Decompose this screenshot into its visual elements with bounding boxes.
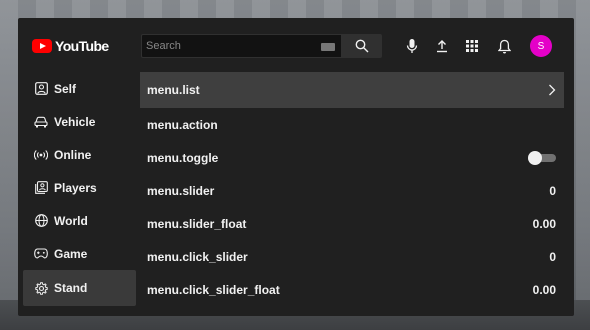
broadcast-icon (34, 148, 48, 162)
menu-list: menu.list menu.action menu.toggle menu.s… (140, 72, 564, 306)
slider-value: 0 (549, 249, 556, 264)
bell-icon (497, 39, 511, 53)
search-box (141, 34, 341, 58)
globe-icon (34, 214, 48, 228)
sidebar: Self Vehicle Online Players World Game S… (23, 72, 136, 306)
gamepad-icon (34, 247, 48, 261)
upload-button[interactable] (432, 36, 452, 56)
user-square-icon (34, 82, 48, 96)
toggle-switch[interactable] (528, 150, 556, 165)
logo-text: YouTube (55, 38, 109, 54)
sidebar-item-label: Game (54, 246, 88, 261)
notifications-button[interactable] (494, 36, 514, 56)
chevron-right-icon (549, 84, 556, 96)
youtube-logo[interactable]: YouTube (32, 38, 109, 54)
row-label: menu.list (147, 83, 200, 97)
sidebar-item-game[interactable]: Game (23, 237, 136, 270)
sidebar-item-label: Self (54, 81, 77, 96)
search-bar (141, 34, 382, 58)
avatar[interactable]: S (530, 35, 552, 57)
sidebar-item-label: Online (54, 147, 92, 162)
sidebar-item-self[interactable]: Self (23, 72, 136, 105)
slider-value: 0.00 (532, 216, 556, 231)
menu-row-list[interactable]: menu.list (140, 72, 564, 108)
search-button[interactable] (341, 34, 382, 58)
slider-value: 0.00 (532, 282, 556, 297)
avatar-letter: S (537, 40, 545, 52)
sidebar-item-label: Players (54, 180, 97, 195)
row-label: menu.click_slider (147, 249, 248, 264)
menu-row-action[interactable]: menu.action (140, 108, 564, 141)
header: YouTube Search S (18, 18, 574, 72)
sidebar-item-stand[interactable]: Stand (23, 270, 136, 306)
row-label: menu.action (147, 117, 218, 132)
car-icon (34, 115, 48, 129)
slider-value: 0 (549, 183, 556, 198)
apps-button[interactable] (462, 36, 482, 56)
sidebar-item-world[interactable]: World (23, 204, 136, 237)
menu-panel: YouTube Search S Self Vehicle Online Pla… (18, 18, 574, 316)
gear-icon (34, 281, 48, 295)
microphone-button[interactable] (402, 36, 422, 56)
row-label: menu.toggle (147, 150, 219, 165)
sidebar-item-vehicle[interactable]: Vehicle (23, 105, 136, 138)
toggle-knob (528, 150, 542, 165)
row-label: menu.slider_float (147, 216, 247, 231)
upload-icon (437, 40, 447, 53)
sidebar-item-label: World (54, 213, 88, 228)
sidebar-item-players[interactable]: Players (23, 171, 136, 204)
microphone-icon (406, 39, 418, 53)
youtube-play-icon (32, 39, 52, 53)
menu-row-click-slider-float[interactable]: menu.click_slider_float 0.00 (140, 273, 564, 306)
sidebar-item-label: Vehicle (54, 114, 96, 129)
menu-row-slider-float[interactable]: menu.slider_float 0.00 (140, 207, 564, 240)
menu-row-click-slider[interactable]: menu.click_slider 0 (140, 240, 564, 273)
search-icon (355, 39, 368, 53)
menu-row-slider[interactable]: menu.slider 0 (140, 174, 564, 207)
players-icon (34, 181, 48, 195)
row-label: menu.slider (147, 183, 215, 198)
apps-grid-icon (466, 40, 478, 52)
row-label: menu.click_slider_float (147, 282, 280, 297)
menu-row-toggle[interactable]: menu.toggle (140, 141, 564, 174)
sidebar-item-label: Stand (54, 281, 88, 295)
sidebar-item-online[interactable]: Online (23, 138, 136, 171)
search-input[interactable] (146, 40, 316, 52)
keyboard-icon[interactable] (321, 43, 335, 51)
